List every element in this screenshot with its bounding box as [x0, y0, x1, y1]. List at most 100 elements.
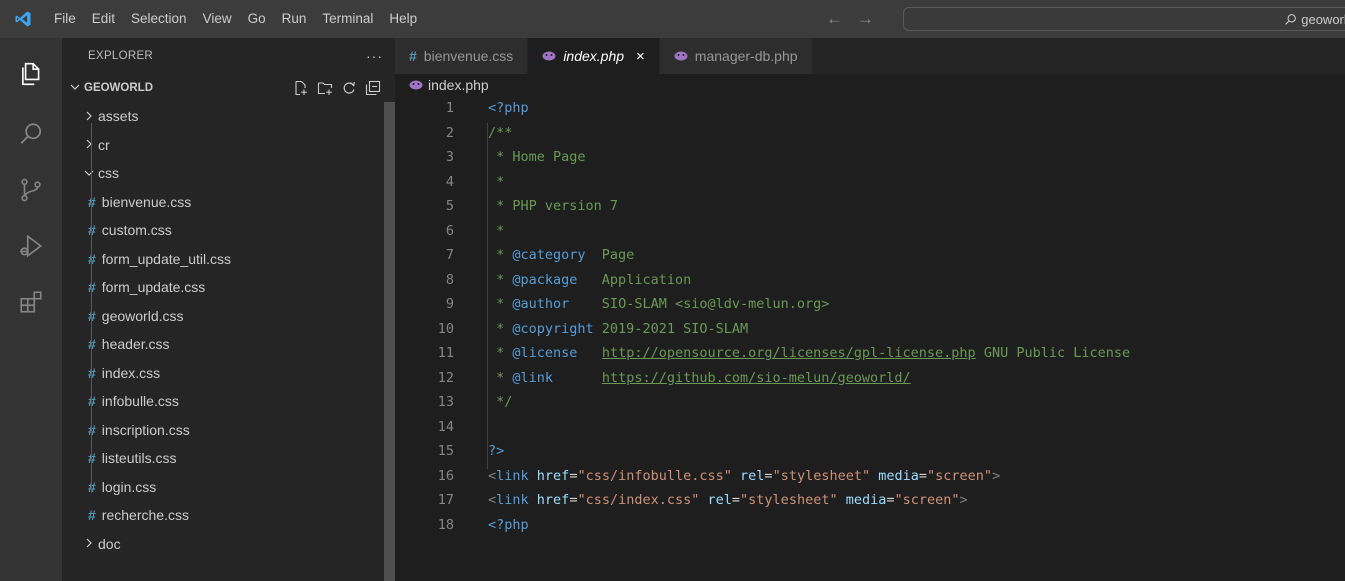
tab-index-php[interactable]: index.php ×: [528, 38, 660, 74]
new-file-icon[interactable]: [293, 80, 309, 96]
workspace-name: GEOWORLD: [84, 82, 153, 94]
run-debug-icon[interactable]: [0, 218, 62, 274]
back-arrow-icon[interactable]: ←: [826, 9, 843, 29]
code-token: *: [488, 271, 513, 288]
tree-file[interactable]: #bienvenue.css: [62, 188, 395, 217]
tree-file[interactable]: #header.css: [62, 330, 395, 359]
code-token: rel: [740, 467, 765, 484]
menu-item-edit[interactable]: Edit: [84, 0, 123, 38]
tree-item-label: geoworld.css: [101, 307, 184, 324]
code-line[interactable]: 9 * @author SIO-SLAM <sio@ldv-melun.org>: [395, 292, 1345, 317]
tree-file[interactable]: # recherche.css: [62, 501, 395, 530]
code-editor[interactable]: 1 <?php 2 /** 3 * Home Page 4 * 5 * PHP versio…: [395, 96, 1345, 537]
menu-item-view[interactable]: View: [195, 0, 240, 38]
tree-item-label: form_update.css: [101, 279, 206, 296]
line-number: 17: [437, 492, 454, 509]
tab-label: index.php: [563, 48, 625, 64]
line-content: /**: [454, 125, 512, 141]
tab-manager-db-php[interactable]: manager-db.php: [659, 38, 813, 74]
code-line[interactable]: 14: [395, 415, 1345, 440]
code-line[interactable]: 5 * PHP version 7: [395, 194, 1345, 219]
search-activity-icon[interactable]: [0, 106, 62, 162]
code-line[interactable]: 18 <?php: [395, 513, 1345, 538]
sidebar-scrollbar[interactable]: [384, 102, 395, 581]
code-token: Application: [577, 271, 692, 288]
tree-folder[interactable]: assets: [62, 102, 395, 131]
code-line[interactable]: 6 *: [395, 219, 1345, 244]
menu-item-run[interactable]: Run: [274, 0, 315, 38]
code-line[interactable]: 17 <link href="css/index.css" rel="styles…: [395, 488, 1345, 513]
code-token: *: [488, 345, 513, 362]
explorer-files-icon[interactable]: [0, 46, 62, 102]
line-number: 3: [445, 149, 454, 166]
more-actions-button[interactable]: ···: [366, 48, 383, 64]
code-token: Page: [585, 247, 635, 264]
breadcrumb[interactable]: index.php: [395, 74, 1345, 96]
command-center-text: geoworld: [1301, 11, 1345, 27]
activity-bar: [0, 38, 62, 581]
menu-item-selection[interactable]: Selection: [123, 0, 195, 38]
code-line[interactable]: 16 <link href="css/infobulle.css" rel="st…: [395, 464, 1345, 489]
code-token: *: [488, 222, 505, 239]
close-icon[interactable]: ×: [636, 48, 645, 65]
code-token[interactable]: https://github.com/sio-melun/geoworld/: [602, 370, 911, 386]
line-content: <?php: [454, 517, 529, 533]
code-line[interactable]: 7 * @category Page: [395, 243, 1345, 268]
line-number: 10: [437, 320, 454, 337]
menu-item-go[interactable]: Go: [240, 0, 274, 38]
tree-file[interactable]: #infobulle.css: [62, 387, 395, 416]
vscode-logo-icon: [0, 0, 46, 38]
tree-file[interactable]: #geoworld.css: [62, 302, 395, 331]
refresh-icon[interactable]: [341, 80, 357, 96]
code-token: "css/index.css": [577, 492, 700, 509]
code-line[interactable]: 4 *: [395, 170, 1345, 195]
line-number: 18: [437, 516, 454, 533]
code-line[interactable]: 12 * @link https://github.com/sio-melun/…: [395, 366, 1345, 391]
editor-area: # bienvenue.css index.php × manager-db.php i…: [395, 38, 1345, 581]
line-content: *: [454, 174, 504, 190]
forward-arrow-icon[interactable]: →: [857, 9, 874, 29]
code-line[interactable]: 13 */: [395, 390, 1345, 415]
code-token[interactable]: http://opensource.org/licenses/gpl-licen…: [602, 345, 976, 361]
chevron-down-icon: [70, 81, 84, 95]
code-line[interactable]: 8 * @package Application: [395, 268, 1345, 293]
tree-file[interactable]: #form_update_util.css: [62, 245, 395, 274]
tree-file[interactable]: #listeutils.css: [62, 444, 395, 473]
tree-file[interactable]: #login.css: [62, 473, 395, 502]
code-token: link: [496, 467, 529, 484]
tree-file[interactable]: #custom.css: [62, 216, 395, 245]
source-control-icon[interactable]: [0, 162, 62, 218]
tree-file[interactable]: #form_update.css: [62, 273, 395, 302]
workspace-section-header[interactable]: GEOWORLD: [62, 74, 395, 102]
tree-folder[interactable]: doc: [62, 530, 395, 559]
tree-item-label: form_update_util.css: [101, 250, 231, 267]
command-center-search[interactable]: geoworld: [903, 7, 1345, 31]
code-line[interactable]: 3 * Home Page: [395, 145, 1345, 170]
collapse-all-icon[interactable]: [365, 80, 381, 96]
code-token: href: [536, 492, 570, 509]
code-line[interactable]: 11 * @license http://opensource.org/lice…: [395, 341, 1345, 366]
menu-item-help[interactable]: Help: [381, 0, 425, 38]
code-token: /**: [488, 124, 513, 141]
tree-item-label: infobulle.css: [101, 393, 179, 410]
tree-file[interactable]: #index.css: [62, 359, 395, 388]
tree-file[interactable]: #inscription.css: [62, 416, 395, 445]
line-number: 2: [445, 124, 454, 141]
tree-folder[interactable]: cr: [62, 131, 395, 160]
new-folder-icon[interactable]: [317, 80, 333, 96]
menu-item-terminal[interactable]: Terminal: [314, 0, 381, 38]
css-file-icon: #: [88, 507, 96, 524]
line-number: 14: [437, 418, 454, 435]
code-line[interactable]: 2 /**: [395, 121, 1345, 146]
line-number: 6: [445, 222, 454, 239]
line-number: 13: [437, 394, 454, 411]
menu-item-file[interactable]: File: [46, 0, 84, 38]
extensions-icon[interactable]: [0, 274, 62, 330]
tab-bienvenue-css[interactable]: # bienvenue.css: [395, 38, 529, 74]
code-line[interactable]: 10 * @copyright 2019-2021 SIO-SLAM: [395, 317, 1345, 342]
code-line[interactable]: 15 ?>: [395, 439, 1345, 464]
code-line[interactable]: 1 <?php: [395, 96, 1345, 121]
tree-folder[interactable]: css: [62, 159, 395, 188]
